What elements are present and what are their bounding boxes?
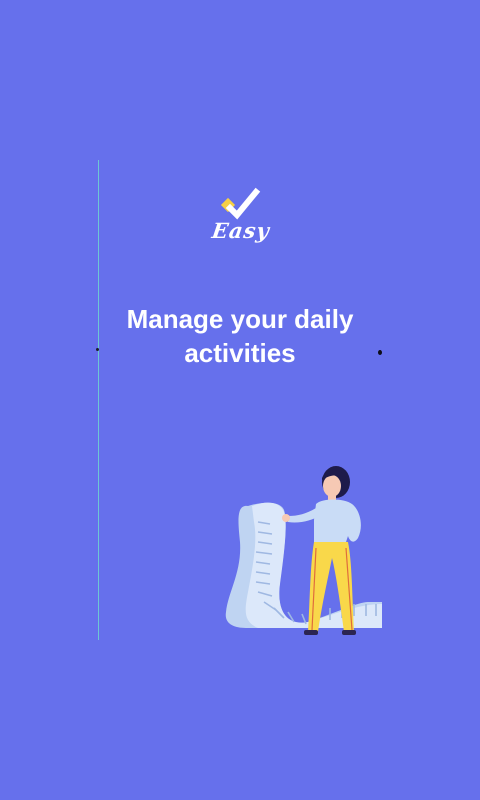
checkmark-logo-icon: [220, 187, 261, 220]
onboarding-illustration: [218, 462, 384, 640]
brand-name: Easy: [210, 218, 272, 243]
vertical-guide-line: [98, 160, 99, 640]
woman-figure-icon: [282, 466, 361, 635]
onboarding-screen: Easy Manage your daily activities: [0, 0, 480, 800]
app-logo: Easy: [208, 184, 278, 252]
onboarding-headline: Manage your daily activities: [98, 302, 382, 370]
headline-line-2: activities: [184, 338, 296, 368]
headline-line-1: Manage your daily: [126, 304, 354, 334]
